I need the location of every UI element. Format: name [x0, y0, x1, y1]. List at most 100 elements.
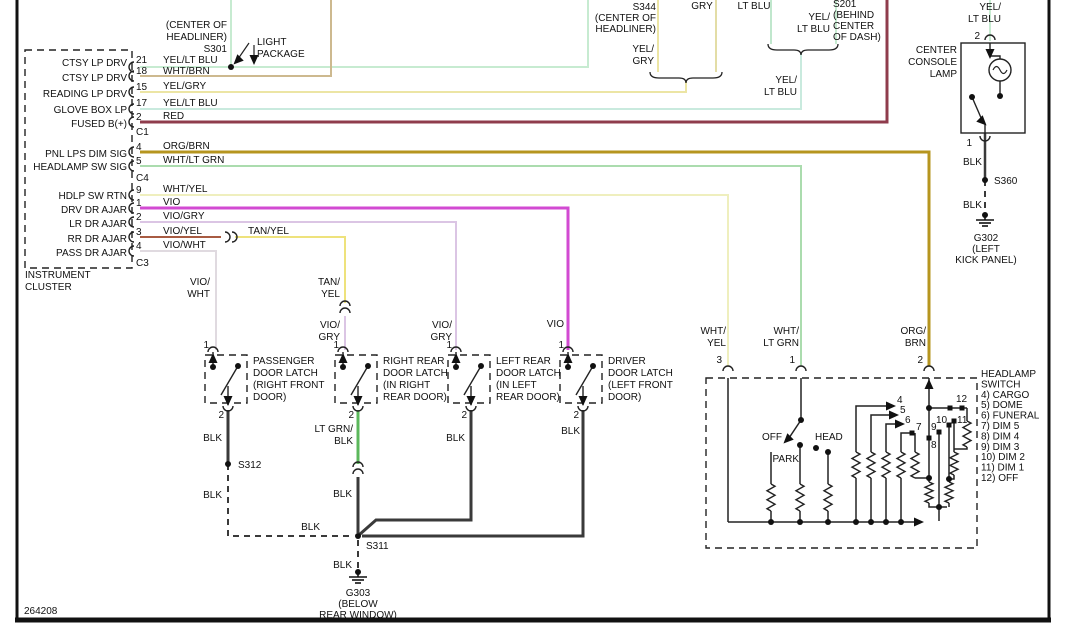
label-s301: (CENTER OFHEADLINER)S301: [166, 20, 228, 55]
splice-dot: [982, 177, 988, 183]
splice-dot: [883, 519, 889, 525]
label-off: OFF: [762, 432, 782, 443]
splice-dot: [797, 442, 803, 448]
latch2-lever: [351, 366, 368, 395]
terminal-square: [910, 431, 915, 436]
label-blk-drv: BLK: [561, 426, 580, 437]
terminal-square: [952, 419, 957, 424]
sw-n8: 8: [931, 440, 937, 451]
splice-dot: [235, 363, 241, 369]
label-ctsy-lp-drv-2: CTSY LP DRV: [62, 73, 127, 84]
label-center-console-lamp: CENTERCONSOLELAMP: [908, 45, 957, 80]
pin-1b: 1: [136, 198, 142, 209]
wire-fused-red: [140, 0, 887, 122]
resistor-11b: [950, 452, 958, 475]
sw-n11: 11: [957, 415, 968, 426]
wire-label-wht-lt-grn-v: WHT/LT GRN: [763, 326, 799, 349]
label-lt-blu-top: LT BLU: [738, 1, 771, 12]
splice-dot: [936, 504, 942, 510]
label-head: HEAD: [815, 432, 843, 443]
splice-dot: [210, 364, 216, 370]
splice-dot: [813, 445, 819, 451]
resistor-7b: [911, 452, 919, 478]
label-right-rear-door-latch: RIGHT REARDOOR LATCH(IN RIGHTREAR DOOR): [383, 356, 448, 403]
sw-r3-top: [886, 424, 898, 452]
splice-dot: [853, 519, 859, 525]
label-rr-dr-ajar: RR DR AJAR: [68, 234, 127, 245]
latch4-pin1: 1: [558, 340, 564, 351]
arrowhead: [925, 379, 934, 389]
sw-r2-top: [871, 415, 892, 452]
label-passenger-door-latch: PASSENGERDOOR LATCH(RIGHT FRONTDOOR): [253, 356, 324, 403]
connector-arc: [924, 366, 934, 371]
label-park: PARK: [773, 454, 800, 465]
sw-pin1: 1: [789, 355, 795, 366]
arrowhead: [467, 396, 476, 406]
terminal-square: [960, 406, 965, 411]
latch4-lever: [576, 366, 593, 395]
splice-dot: [926, 475, 932, 481]
sw-n7: 7: [916, 422, 922, 433]
sw-n10: 10: [936, 415, 948, 426]
label-headlamp-sw-sig: HEADLAMP SW SIG: [33, 162, 127, 173]
splice-dot: [926, 405, 932, 411]
conn-c4: C4: [136, 173, 149, 184]
wire-label-vio-gry-v1: VIO/GRY: [319, 320, 341, 343]
label-blk-s311: BLK: [333, 560, 352, 571]
connector-arc: [340, 308, 350, 313]
label-g303: G303(BELOWREAR WINDOW): [319, 588, 397, 621]
wire-lr-blk: [359, 410, 471, 535]
wire-label-wht-yel: WHT/YEL: [163, 184, 208, 195]
conn-c3: C3: [136, 258, 149, 269]
label-reading-lp-drv: READING LP DRV: [43, 89, 127, 100]
splice-dot: [365, 363, 371, 369]
wire-label-yel-lt-blu-2: YEL/LT BLU: [163, 98, 218, 109]
arrowhead: [886, 402, 896, 411]
wire-label-yel-gry: YEL/GRY: [163, 81, 206, 92]
arrowhead: [354, 396, 363, 406]
wire-label-wht-brn: WHT/BRN: [163, 66, 210, 77]
wire-pass-blk-dashed: [228, 464, 351, 536]
latch3-pin2: 2: [461, 410, 467, 421]
label-pnl-lps-dim-sig: PNL LPS DIM SIG: [45, 149, 127, 160]
wire-label-vio-v: VIO: [547, 319, 564, 330]
pin-5: 5: [136, 156, 142, 167]
label-s344: S344(CENTER OFHEADLINER): [595, 2, 657, 35]
label-driver-door-latch: DRIVERDOOR LATCH(LEFT FRONTDOOR): [608, 356, 673, 403]
resistor-5: [867, 452, 875, 478]
label-blk-console-1: BLK: [963, 157, 982, 168]
lamp-lever: [972, 97, 982, 120]
label-yel-ltblu-console: YEL/LT BLU: [968, 2, 1001, 25]
arrowhead: [579, 396, 588, 406]
wire-label-org-brn: ORG/BRN: [163, 141, 210, 152]
splice-dot: [453, 364, 459, 370]
label-pass-dr-ajar: PASS DR AJAR: [56, 248, 127, 259]
label-lr-dr-ajar: LR DR AJAR: [69, 219, 127, 230]
arrowhead: [976, 115, 989, 128]
pin-21: 21: [136, 55, 148, 66]
sw-n6: 6: [905, 415, 911, 426]
pin-4b: 4: [136, 241, 142, 252]
splice-dot: [969, 94, 975, 100]
connector-arc: [723, 366, 733, 371]
splice-dot: [798, 417, 804, 423]
label-blk-console-2: BLK: [963, 200, 982, 211]
resistor-off: [767, 484, 775, 511]
wire-label-vio-gry-v2: VIO/GRY: [431, 320, 453, 343]
connector-arc: [353, 469, 363, 474]
connector-arc: [796, 366, 806, 371]
label-console-pin1: 1: [966, 138, 972, 149]
brace-s201: [768, 44, 838, 55]
splice-dot: [228, 64, 234, 70]
label-s201: S201(BEHINDCENTEROF DASH): [833, 0, 881, 43]
splice-dot: [898, 519, 904, 525]
splice-dot: [590, 363, 596, 369]
brace-s344: [650, 72, 722, 83]
label-s360: S360: [994, 176, 1018, 187]
pin-15: 15: [136, 82, 148, 93]
wire-label-tan-yel-v: TAN/YEL: [318, 277, 340, 300]
splice-dot: [825, 449, 831, 455]
latch4-pin2: 2: [573, 410, 579, 421]
label-s311: S311: [366, 541, 389, 552]
pin-3b: 3: [136, 227, 142, 238]
